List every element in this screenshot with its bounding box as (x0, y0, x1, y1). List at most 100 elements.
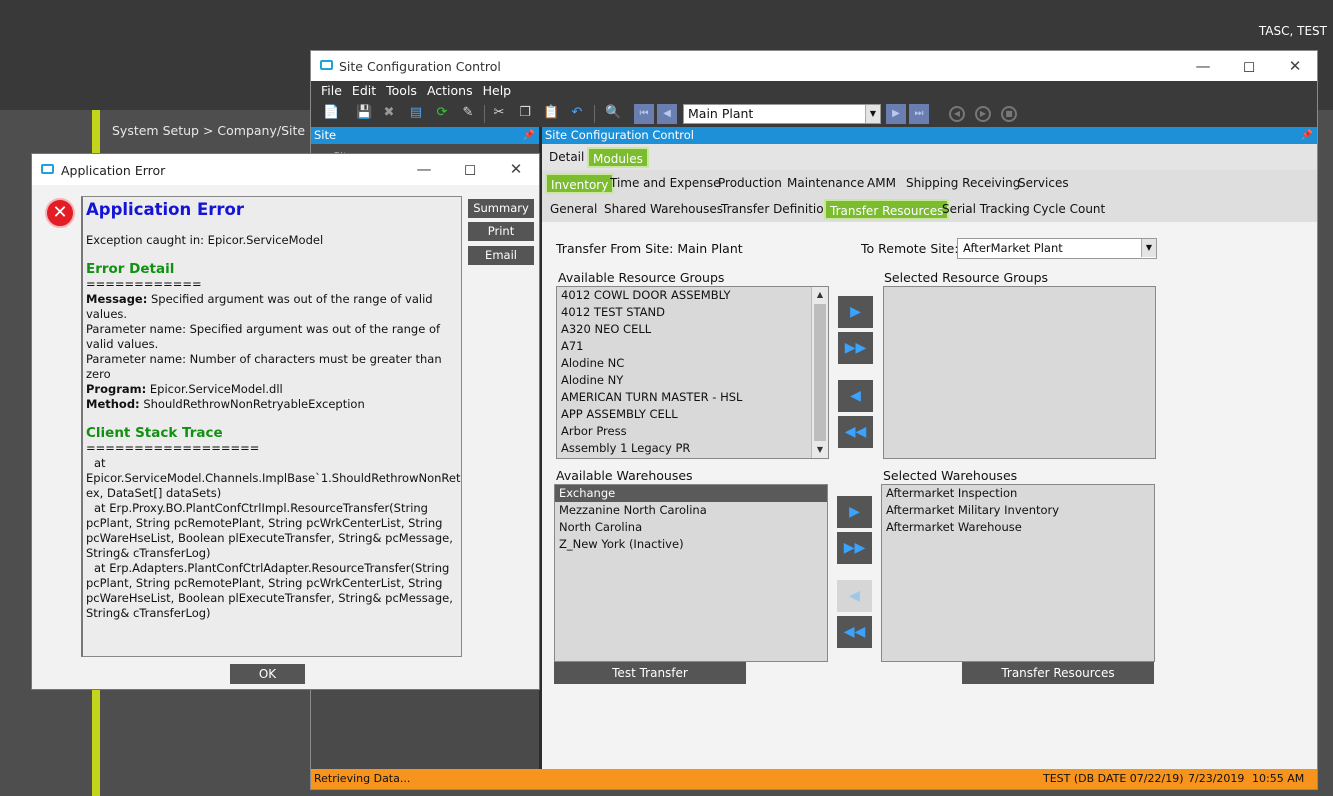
inventory-tab-row: General Shared Warehouses Transfer Defin… (542, 196, 1317, 222)
tab-time-expense[interactable]: Time and Expense (606, 173, 725, 194)
list-item[interactable]: A320 NEO CELL (557, 321, 828, 338)
available-groups-list[interactable]: 4012 COWL DOOR ASSEMBLY 4012 TEST STAND … (556, 286, 829, 459)
menu-help[interactable]: Help (478, 81, 517, 101)
remove-group-button[interactable]: ◀ (838, 380, 873, 412)
delete-icon[interactable]: ✖ (381, 105, 397, 121)
undo-icon[interactable]: ↶ (569, 105, 585, 121)
list-item[interactable]: Arbor Press (557, 423, 828, 440)
chevron-down-icon[interactable]: ▼ (1141, 239, 1156, 257)
tab-serial-tracking[interactable]: Serial Tracking (938, 199, 1034, 220)
last-record-icon[interactable]: ⏭ (909, 104, 929, 124)
tab-shared-warehouses[interactable]: Shared Warehouses (600, 199, 727, 220)
list-item[interactable]: A71 (557, 338, 828, 355)
list-item[interactable]: Aftermarket Military Inventory (882, 502, 1154, 519)
clear-icon[interactable]: ✎ (460, 105, 476, 121)
list-item[interactable]: Aftermarket Inspection (882, 485, 1154, 502)
paste-icon[interactable]: 📋 (543, 105, 559, 121)
list-item[interactable]: 4012 COWL DOOR ASSEMBLY (557, 287, 828, 304)
scrollbar[interactable]: ▲ ▼ (811, 287, 828, 458)
refresh-icon[interactable]: ⟳ (434, 105, 450, 121)
cut-icon[interactable]: ✂ (491, 105, 507, 121)
list-item[interactable]: Mezzanine North Carolina (555, 502, 827, 519)
plant-selector[interactable]: Main Plant ▼ (683, 104, 881, 124)
content-header: Site Configuration Control 📌 (542, 127, 1317, 144)
minimize-icon[interactable]: — (1181, 51, 1225, 81)
scroll-up-icon[interactable]: ▲ (812, 287, 828, 303)
scroll-down-icon[interactable]: ▼ (812, 442, 828, 458)
list-item[interactable]: Alodine NY (557, 372, 828, 389)
exception-text: Exception caught in: Epicor.ServiceModel (86, 233, 324, 247)
forward-icon[interactable]: ▶ (975, 106, 991, 122)
test-transfer-button[interactable]: Test Transfer (554, 662, 746, 684)
remote-site-select[interactable]: AfterMarket Plant ▼ (957, 238, 1157, 259)
menu-tools[interactable]: Tools (381, 81, 422, 101)
tab-shipping-receiving[interactable]: Shipping Receiving (902, 173, 1024, 194)
selected-wh-list[interactable]: Aftermarket Inspection Aftermarket Milit… (881, 484, 1155, 662)
ok-button[interactable]: OK (230, 664, 305, 684)
list-item[interactable]: North Carolina (555, 519, 827, 536)
list-item[interactable]: APP ASSEMBLY CELL (557, 406, 828, 423)
list-item[interactable]: Exchange (555, 485, 827, 502)
add-warehouse-button[interactable]: ▶ (837, 496, 872, 528)
tab-cycle-count[interactable]: Cycle Count (1029, 199, 1109, 220)
tab-modules[interactable]: Modules (587, 147, 649, 168)
remove-all-groups-button[interactable]: ◀◀ (838, 416, 873, 448)
tab-maintenance[interactable]: Maintenance (783, 173, 868, 194)
menu-file[interactable]: File (316, 81, 347, 101)
list-item[interactable]: Z_New York (Inactive) (555, 536, 827, 553)
tab-services[interactable]: Services (1014, 173, 1073, 194)
save-icon[interactable]: 💾 (356, 105, 372, 121)
method-line: Method: ShouldRethrowNonRetryableExcepti… (86, 397, 458, 412)
list-item[interactable]: Assembly 1 Legacy PR (557, 440, 828, 457)
site-config-titlebar[interactable]: Site Configuration Control — ◻ ✕ (311, 51, 1317, 81)
prev-record-icon[interactable]: ◀ (657, 104, 677, 124)
tab-production[interactable]: Production (714, 173, 786, 194)
transfer-resources-button[interactable]: Transfer Resources (962, 662, 1154, 684)
tab-general[interactable]: General (546, 199, 601, 220)
selected-groups-list[interactable] (883, 286, 1156, 459)
pin-icon[interactable]: 📌 (523, 127, 535, 144)
list-item[interactable]: 4012 TEST STAND (557, 304, 828, 321)
tab-transfer-resources[interactable]: Transfer Resources (824, 199, 950, 220)
attach-icon[interactable]: ▤ (408, 105, 424, 121)
summary-button[interactable]: Summary (468, 199, 534, 218)
chevron-down-icon[interactable]: ▼ (865, 105, 880, 123)
tab-amm[interactable]: AMM (863, 173, 900, 194)
next-record-icon[interactable]: ▶ (886, 104, 906, 124)
status-bar: Retrieving Data... TEST (DB DATE 07/22/1… (311, 769, 1317, 789)
close-icon[interactable]: ✕ (1273, 51, 1317, 81)
add-group-button[interactable]: ▶ (838, 296, 873, 328)
maximize-icon[interactable]: ◻ (448, 154, 492, 184)
new-icon[interactable]: 📄 (323, 105, 339, 121)
error-titlebar[interactable]: Application Error — ◻ ✕ (32, 154, 539, 185)
tab-inventory[interactable]: Inventory (545, 173, 615, 194)
scroll-thumb[interactable] (814, 304, 826, 441)
remove-all-warehouses-button[interactable]: ◀◀ (837, 616, 872, 648)
pin-icon[interactable]: 📌 (1301, 127, 1313, 144)
search-icon[interactable]: 🔍 (605, 105, 621, 121)
copy-icon[interactable]: ❐ (517, 105, 533, 121)
first-record-icon[interactable]: ⏮ (634, 104, 654, 124)
module-tab-row: Inventory Time and Expense Production Ma… (542, 170, 1317, 196)
minimize-icon[interactable]: — (402, 154, 446, 184)
home-icon[interactable]: ■ (1001, 106, 1017, 122)
available-wh-list[interactable]: Exchange Mezzanine North Carolina North … (554, 484, 828, 662)
message-line: Message: Specified argument was out of t… (86, 292, 458, 322)
tab-detail[interactable]: Detail (545, 147, 588, 168)
maximize-icon[interactable]: ◻ (1227, 51, 1271, 81)
list-item[interactable]: AMERICAN TURN MASTER - HSL (557, 389, 828, 406)
list-item[interactable]: Aftermarket Warehouse (882, 519, 1154, 536)
email-button[interactable]: Email (468, 246, 534, 265)
menu-actions[interactable]: Actions (422, 81, 478, 101)
menu-edit[interactable]: Edit (347, 81, 381, 101)
remove-warehouse-button[interactable]: ◀ (837, 580, 872, 612)
user-label: TASC, TEST (1258, 24, 1327, 38)
tab-transfer-definition[interactable]: Transfer Definition (717, 199, 835, 220)
error-dialog: Application Error — ◻ ✕ ✕ Application Er… (31, 153, 540, 690)
list-item[interactable]: Alodine NC (557, 355, 828, 372)
add-all-groups-button[interactable]: ▶▶ (838, 332, 873, 364)
add-all-warehouses-button[interactable]: ▶▶ (837, 532, 872, 564)
back-icon[interactable]: ◀ (949, 106, 965, 122)
print-button[interactable]: Print (468, 222, 534, 241)
close-icon[interactable]: ✕ (494, 154, 538, 184)
